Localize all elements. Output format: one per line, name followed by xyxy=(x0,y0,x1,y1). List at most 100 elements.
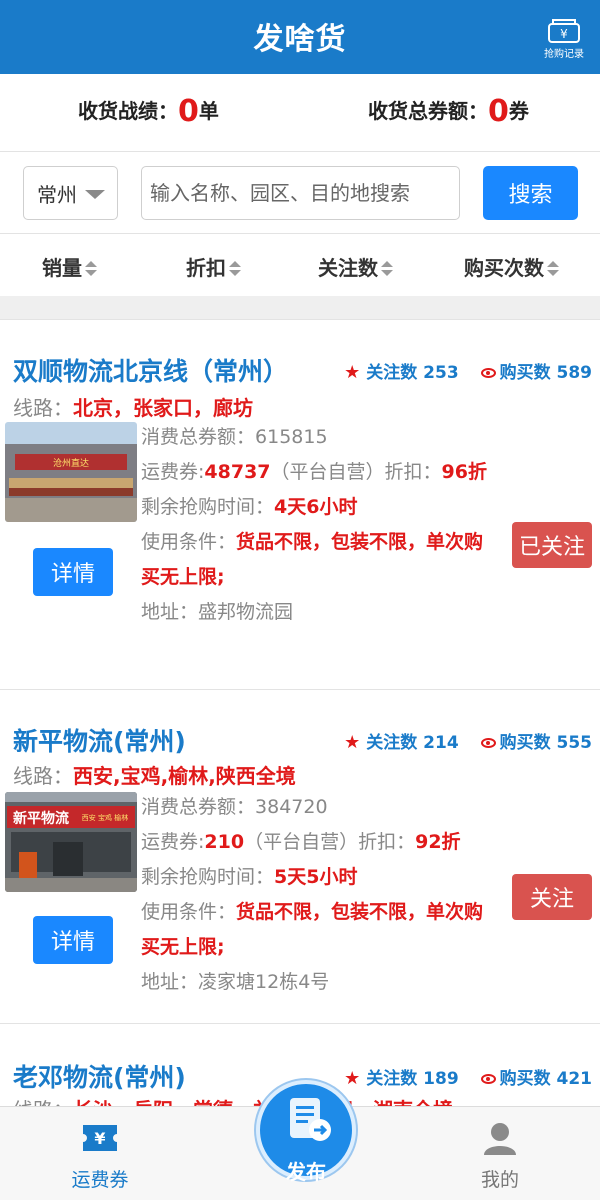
card-info: 消费总券额：384720 运费券:210（平台自营）折扣：92折 剩余抢购时间：… xyxy=(141,790,501,1000)
buy-count-label: 购买数 xyxy=(499,363,551,383)
total-stat-unit: 券 xyxy=(508,99,529,123)
page-title: 发啥货 xyxy=(253,22,347,57)
sort-sales[interactable]: 销量 xyxy=(42,252,97,281)
sort-discount[interactable]: 折扣 xyxy=(186,252,241,281)
route-value: 西安,宝鸡,榆林,陕西全境 xyxy=(73,764,296,788)
buy-count: 555 xyxy=(556,733,593,753)
route-label: 线路： xyxy=(13,764,73,788)
conditions-line: 使用条件：货品不限，包装不限，单次购买无上限; xyxy=(141,895,501,965)
city-select-value: 常州 xyxy=(37,183,77,207)
buy-count-label: 购买数 xyxy=(499,733,551,753)
tab-voucher[interactable]: ¥ 运费券 xyxy=(50,1121,150,1192)
follow-count: 189 xyxy=(423,1069,459,1089)
svg-text:新平物流: 新平物流 xyxy=(13,810,69,827)
address-label: 地址： xyxy=(141,971,199,993)
voucher-label: 运费券: xyxy=(141,831,205,853)
svg-text:沧州直达: 沧州直达 xyxy=(53,457,89,469)
stats-bar: 收货战绩：0单 收货总券额：0券 xyxy=(0,74,600,152)
follow-button[interactable]: 已关注 xyxy=(512,522,592,568)
voucher-note: （平台自营）折扣： xyxy=(244,831,416,853)
sort-arrows-icon xyxy=(229,261,241,277)
conditions-line: 使用条件：货品不限，包装不限，单次购买无上限; xyxy=(141,525,501,595)
record-stat-value: 0 xyxy=(178,94,199,129)
address-line: 地址：凌家塘12栋4号 xyxy=(141,965,501,1000)
address-line: 地址：盛邦物流园 xyxy=(141,595,501,630)
purchase-record-button[interactable]: ¥ 抢购记录 xyxy=(542,18,586,60)
eye-icon xyxy=(480,1074,496,1084)
search-button[interactable]: 搜索 xyxy=(483,166,578,220)
svg-text:¥: ¥ xyxy=(94,1129,105,1148)
remaining-time-label: 剩余抢购时间： xyxy=(141,496,275,518)
publish-label: 发布 xyxy=(286,1160,326,1184)
card-counts: ★ 关注数 189 购买数 421 xyxy=(344,1064,592,1089)
sort-discount-label: 折扣 xyxy=(186,256,226,280)
conditions-label: 使用条件： xyxy=(141,901,237,923)
detail-button[interactable]: 详情 xyxy=(33,548,113,596)
purchase-record-label: 抢购记录 xyxy=(544,49,584,60)
search-input[interactable] xyxy=(141,166,460,220)
sort-purchases-label: 购买次数 xyxy=(464,256,544,280)
buy-count: 421 xyxy=(556,1069,593,1089)
tab-mine-label: 我的 xyxy=(480,1169,519,1191)
company-name[interactable]: 双顺物流北京线（常州） xyxy=(13,352,288,388)
star-icon: ★ xyxy=(344,1068,361,1089)
address-value: 凌家塘12栋4号 xyxy=(198,971,330,993)
sort-arrows-icon xyxy=(547,261,559,277)
total-voucher-line: 消费总券额：615815 xyxy=(141,420,501,455)
conditions-label: 使用条件： xyxy=(141,531,237,553)
total-voucher-line: 消费总券额：384720 xyxy=(141,790,501,825)
total-stat: 收货总券额：0券 xyxy=(368,94,529,129)
company-name[interactable]: 新平物流(常州) xyxy=(13,722,186,758)
sort-sales-label: 销量 xyxy=(42,256,82,280)
buy-count-label: 购买数 xyxy=(499,1069,551,1089)
discount-value: 92折 xyxy=(415,831,461,853)
svg-text:西安 宝鸡 榆林: 西安 宝鸡 榆林 xyxy=(82,813,128,822)
remaining-time-line: 剩余抢购时间：5天5小时 xyxy=(141,860,501,895)
user-icon xyxy=(484,1123,516,1155)
discount-value: 96折 xyxy=(441,461,487,483)
search-bar: 常州 搜索 xyxy=(0,152,600,234)
sort-purchases[interactable]: 购买次数 xyxy=(464,252,559,281)
wallet-icon: ¥ xyxy=(548,19,580,43)
total-stat-value: 0 xyxy=(488,94,509,129)
record-stat-label: 收货战绩： xyxy=(78,99,178,123)
city-select[interactable]: 常州 xyxy=(23,166,118,220)
record-stat: 收货战绩：0单 xyxy=(78,94,219,129)
ticket-icon: ¥ xyxy=(83,1125,117,1151)
voucher-value: 210 xyxy=(204,831,245,853)
eye-icon xyxy=(480,368,496,378)
card-info: 消费总券额：615815 运费券:48737（平台自营）折扣：96折 剩余抢购时… xyxy=(141,420,501,630)
sort-arrows-icon xyxy=(85,261,97,277)
route-label: 线路： xyxy=(13,396,73,420)
address-label: 地址： xyxy=(141,601,199,623)
star-icon: ★ xyxy=(344,362,361,383)
remaining-time-label: 剩余抢购时间： xyxy=(141,866,275,888)
record-stat-unit: 单 xyxy=(198,99,219,123)
publish-button[interactable]: 发布 xyxy=(256,1080,356,1184)
card-counts: ★ 关注数 253 购买数 589 xyxy=(344,358,592,383)
sort-followers[interactable]: 关注数 xyxy=(318,252,393,281)
tab-mine[interactable]: 我的 xyxy=(450,1121,550,1192)
card-counts: ★ 关注数 214 购买数 555 xyxy=(344,728,592,753)
detail-button[interactable]: 详情 xyxy=(33,916,113,964)
company-photo: 沧州直达 xyxy=(5,422,137,522)
route-label: 线路： xyxy=(13,1098,73,1106)
follow-count-label: 关注数 xyxy=(366,733,418,753)
follow-count: 214 xyxy=(423,733,459,753)
voucher-note: （平台自营）折扣： xyxy=(270,461,442,483)
total-voucher-value: 384720 xyxy=(255,796,328,818)
sort-followers-label: 关注数 xyxy=(318,256,378,280)
follow-button[interactable]: 关注 xyxy=(512,874,592,920)
publish-document-icon xyxy=(290,1098,331,1141)
star-icon: ★ xyxy=(344,732,361,753)
company-name[interactable]: 老邓物流(常州) xyxy=(13,1058,186,1094)
chevron-down-icon xyxy=(85,190,105,199)
total-stat-label: 收货总券额： xyxy=(368,99,488,123)
remaining-time-value: 4天6小时 xyxy=(274,496,358,518)
remaining-time-value: 5天5小时 xyxy=(274,866,358,888)
follow-count-label: 关注数 xyxy=(366,363,418,383)
sort-bar: 销量 折扣 关注数 购买次数 xyxy=(0,234,600,296)
app-header: 发啥货 ¥ 抢购记录 xyxy=(0,0,600,74)
route: 线路：西安,宝鸡,榆林,陕西全境 xyxy=(13,760,296,789)
total-voucher-value: 615815 xyxy=(255,426,328,448)
